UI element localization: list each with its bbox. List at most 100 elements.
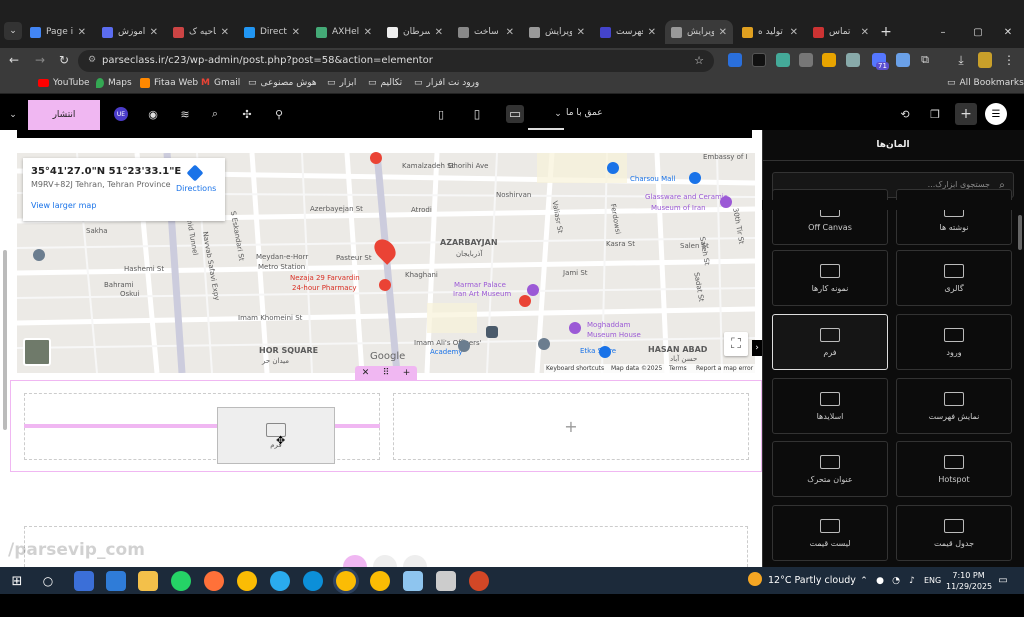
taskbar-app-icon[interactable] [74, 571, 94, 591]
search-icon[interactable]: ○ [39, 572, 57, 590]
widget-tile[interactable]: عنوان متحرک [772, 441, 888, 497]
close-tab-icon[interactable]: ✕ [364, 27, 372, 38]
taskbar-app-icon[interactable] [106, 571, 126, 591]
transit-marker-icon[interactable] [33, 249, 45, 261]
address-bar[interactable]: parseclass.ir/c23/wp-admin/post.php?post… [78, 50, 714, 72]
widget-tile[interactable]: فرم [772, 314, 888, 370]
chrome-active-icon[interactable] [336, 571, 356, 591]
profile-avatar[interactable] [978, 52, 992, 68]
poi-marker-icon[interactable] [519, 295, 531, 307]
publish-button[interactable]: انتشار [28, 100, 100, 130]
download-icon[interactable]: ⤓ [954, 53, 968, 67]
shopping-marker-icon[interactable] [689, 172, 701, 184]
fullscreen-icon[interactable]: ⛶ [724, 332, 748, 356]
report-error-link[interactable]: Report a map error [696, 365, 753, 372]
network-icon[interactable]: ◔ [890, 575, 902, 587]
extension-icon[interactable] [822, 53, 836, 67]
browser-tab[interactable]: ناحیه ک ✕ [167, 20, 235, 44]
widget-tile[interactable]: نمونه کارها [772, 250, 888, 306]
hospital-marker-icon[interactable] [370, 152, 382, 164]
column-right-add[interactable]: + [393, 393, 749, 460]
page-settings-icon[interactable]: ❐ [928, 107, 942, 121]
widget-tile[interactable]: لیست قیمت [772, 505, 888, 561]
extension-icon[interactable] [776, 53, 790, 67]
search-icon[interactable]: ⌕ [208, 107, 222, 121]
browser-tab[interactable]: ویرایش ✕ [665, 20, 733, 44]
ai-sparkle-icon[interactable]: ✣ [240, 107, 254, 121]
museum-marker-icon[interactable] [569, 322, 581, 334]
close-tab-icon[interactable]: ✕ [506, 27, 514, 38]
chevron-down-icon[interactable]: ⌄ [552, 108, 564, 120]
language-indicator[interactable]: ENG [924, 576, 941, 585]
tray-chevron-icon[interactable]: ⌃ [858, 575, 870, 587]
bookmark-folder[interactable]: ▭ ورود نت افزار [414, 78, 479, 88]
delete-container-icon[interactable]: ✕ [362, 368, 370, 378]
volume-icon[interactable]: ♪ [906, 575, 918, 587]
terms-link[interactable]: Terms [669, 365, 687, 372]
chrome-icon[interactable] [370, 571, 390, 591]
shopping-marker-icon[interactable] [607, 162, 619, 174]
transit-marker-icon[interactable] [538, 338, 550, 350]
close-tab-icon[interactable]: ✕ [577, 27, 585, 38]
close-window-icon[interactable]: ✕ [1000, 24, 1016, 40]
museum-marker-icon[interactable] [720, 196, 732, 208]
extension-icon[interactable] [799, 53, 813, 67]
keyboard-shortcuts-link[interactable]: Keyboard shortcuts [546, 365, 604, 372]
tab-search-icon[interactable]: ⌄ [4, 22, 22, 40]
page-select[interactable]: عمق با ما [566, 108, 603, 118]
back-icon[interactable]: ← [6, 52, 22, 68]
new-tab-icon[interactable]: + [878, 24, 894, 40]
close-tab-icon[interactable]: ✕ [78, 27, 86, 38]
close-tab-icon[interactable]: ✕ [648, 27, 656, 38]
user-avatar[interactable]: UE [114, 107, 128, 121]
panel-scrollbar[interactable] [1018, 215, 1022, 250]
extension-icon[interactable] [752, 53, 766, 67]
bookmark-gmail[interactable]: M Gmail [201, 78, 240, 88]
whatsapp-icon[interactable] [171, 571, 191, 591]
close-tab-icon[interactable]: ✕ [435, 27, 443, 38]
close-tab-icon[interactable]: ✕ [790, 27, 798, 38]
publish-options-chevron-icon[interactable]: ⌄ [6, 108, 20, 122]
windows-start-icon[interactable]: ⊞ [8, 572, 26, 590]
widget-tile[interactable]: ورود [896, 314, 1012, 370]
extension-icon[interactable] [728, 53, 742, 67]
canvas-scrollbar[interactable] [3, 250, 7, 430]
browser-tab[interactable]: Directi ✕ [238, 20, 306, 44]
store-marker-icon[interactable] [599, 346, 611, 358]
bookmark-fitaa[interactable]: Fitaa Web [140, 78, 198, 88]
all-bookmarks[interactable]: ▭ All Bookmarks [947, 78, 1024, 88]
close-tab-icon[interactable]: ✕ [292, 27, 300, 38]
extensions-puzzle-icon[interactable]: ⧉ [918, 53, 932, 67]
widget-tile[interactable]: جدول قیمت [896, 505, 1012, 561]
extension-icon[interactable] [846, 53, 860, 67]
browser-tab[interactable]: فهرست✕ [594, 20, 662, 44]
widget-tile[interactable]: Hotspot [896, 441, 1012, 497]
weather-text[interactable]: 12°C Partly cloudy [768, 575, 856, 586]
browser-tab[interactable]: سرطان ✕ [381, 20, 449, 44]
close-tab-icon[interactable]: ✕ [221, 27, 229, 38]
widget-tile[interactable]: نوشته ها [896, 189, 1012, 245]
browser-tab[interactable]: تولید ه ✕ [736, 20, 804, 44]
add-container-icon[interactable]: + [403, 368, 411, 378]
bookmark-youtube[interactable]: YouTube [38, 78, 90, 88]
close-tab-icon[interactable]: ✕ [861, 27, 869, 38]
telegram-icon[interactable] [270, 571, 290, 591]
close-tab-icon[interactable]: ✕ [150, 27, 158, 38]
notepad-icon[interactable] [403, 571, 423, 591]
clock[interactable]: 7:10 PM 11/29/2025 [946, 570, 992, 592]
microphone-icon[interactable]: ● [874, 575, 886, 587]
widget-tile[interactable]: نمایش فهرست [896, 378, 1012, 434]
edge-icon[interactable] [303, 571, 323, 591]
minimize-icon[interactable]: – [935, 24, 951, 40]
widget-tile[interactable]: اسلایدها [772, 378, 888, 434]
browser-tab[interactable]: آموزش ✕ [96, 20, 164, 44]
museum-marker-icon[interactable] [527, 284, 539, 296]
elementor-logo-icon[interactable]: ☰ [985, 103, 1007, 125]
preview-eye-icon[interactable]: ◉ [146, 107, 160, 121]
panel-collapse-icon[interactable]: › [752, 340, 762, 356]
file-explorer-icon[interactable] [138, 571, 158, 591]
bookmark-folder[interactable]: ▭ تکالیم [368, 78, 402, 88]
view-larger-map-link[interactable]: View larger map [31, 201, 217, 210]
close-tab-icon[interactable]: ✕ [719, 27, 727, 38]
bookmark-folder[interactable]: ▭ هوش مصنوعی [248, 78, 317, 88]
